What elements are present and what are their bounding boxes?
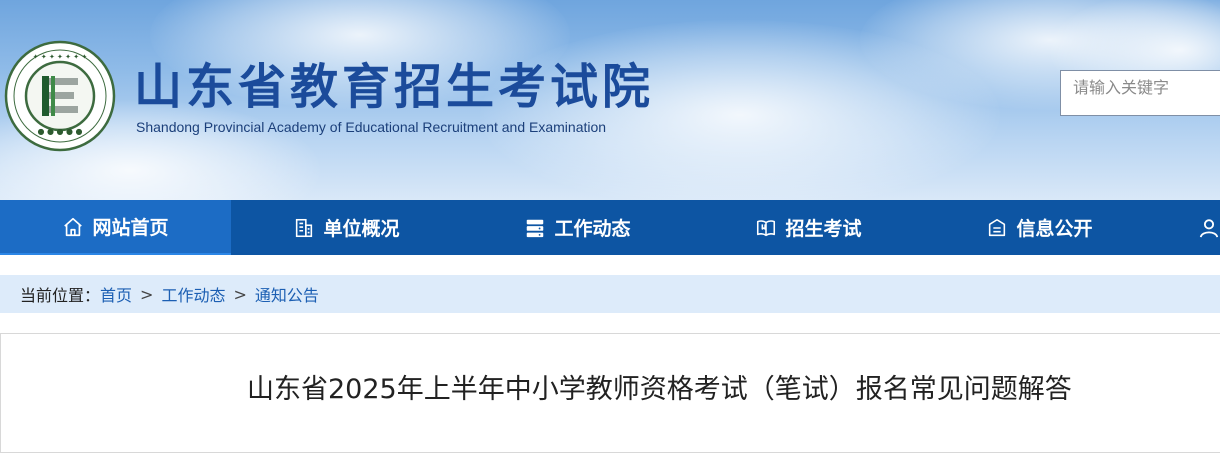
nav-item-label: 信息公开	[1016, 218, 1093, 240]
user-icon	[1198, 217, 1220, 239]
server-stack-icon	[524, 217, 546, 239]
nav-item-home[interactable]: 网站首页	[0, 200, 231, 255]
main-nav: 网站首页 单位概况 工作动态 招生考试 信息公开	[0, 200, 1220, 255]
breadcrumb-link-notices[interactable]: 通知公告	[255, 282, 319, 306]
svg-text:✦ ✦ ✦ ✦ ✦ ✦ ✦: ✦ ✦ ✦ ✦ ✦ ✦ ✦	[33, 53, 88, 61]
open-book-icon	[755, 217, 777, 239]
article-title: 山东省2025年上半年中小学教师资格考试（笔试）报名常见问题解答	[247, 374, 1072, 405]
building-icon	[293, 217, 315, 239]
nav-item-label: 单位概况	[323, 218, 400, 240]
breadcrumb-separator: >	[233, 284, 247, 304]
site-title: 山东省教育招生考试院	[134, 59, 655, 115]
search-input[interactable]	[1060, 70, 1220, 116]
breadcrumb-separator: >	[140, 284, 154, 304]
nav-item-admissions[interactable]: 招生考试	[693, 200, 924, 255]
breadcrumb-link-home[interactable]: 首页	[100, 282, 132, 306]
nav-item-user[interactable]	[1155, 200, 1220, 255]
notice-board-icon	[986, 217, 1008, 239]
nav-item-label: 工作动态	[554, 218, 631, 240]
nav-item-info-disclosure[interactable]: 信息公开	[924, 200, 1155, 255]
svg-text:● ● ● ● ●: ● ● ● ● ●	[37, 127, 82, 136]
nav-item-label: 网站首页	[92, 217, 169, 239]
home-icon	[62, 216, 84, 238]
breadcrumb-prefix: 当前位置：	[20, 286, 101, 305]
site-subtitle: Shandong Provincial Academy of Education…	[136, 119, 607, 135]
school-emblem-icon[interactable]: ✦ ✦ ✦ ✦ ✦ ✦ ✦ ● ● ● ● ●	[4, 40, 116, 152]
page-header: ✦ ✦ ✦ ✦ ✦ ✦ ✦ ● ● ● ● ● 山东省教育招生考试院 Shand…	[0, 0, 1220, 200]
nav-item-work-news[interactable]: 工作动态	[462, 200, 693, 255]
breadcrumb-link-work-news[interactable]: 工作动态	[161, 282, 225, 306]
breadcrumb: 当前位置： 首页 > 工作动态 > 通知公告	[0, 275, 1220, 313]
nav-item-about[interactable]: 单位概况	[231, 200, 462, 255]
nav-item-label: 招生考试	[785, 218, 862, 240]
